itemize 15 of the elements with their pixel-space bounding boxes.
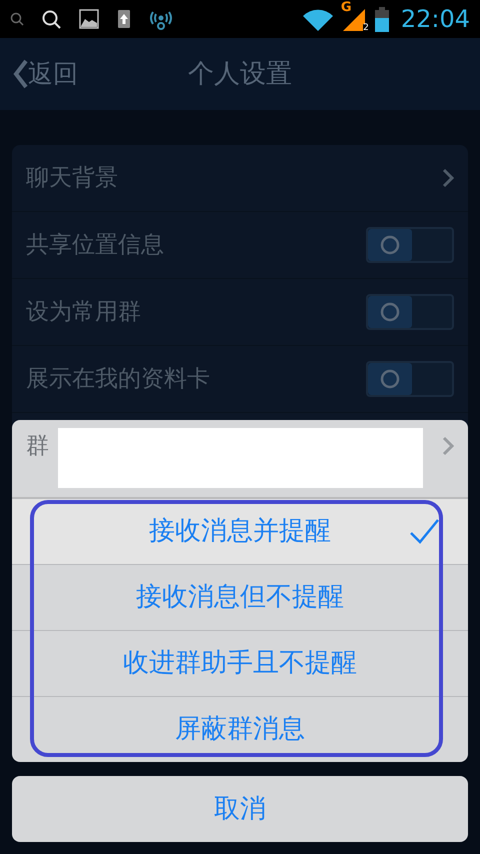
sim-slot-label: 2 <box>363 24 369 33</box>
network-type-label: G <box>340 1 352 14</box>
sheet-option[interactable]: 接收消息但不提醒 <box>12 564 468 630</box>
setting-label: 设为常用群 <box>26 298 141 327</box>
sheet-option[interactable]: 接收消息并提醒 <box>12 498 468 564</box>
sheet-option[interactable]: 屏蔽群消息 <box>12 696 468 762</box>
page-title: 个人设置 <box>188 58 292 88</box>
sheet-option[interactable]: 收进群助手且不提醒 <box>12 630 468 696</box>
setting-label: 聊天背景 <box>26 164 118 193</box>
setting-label: 群 <box>26 432 49 461</box>
setting-label: 展示在我的资料卡 <box>26 364 210 394</box>
status-time: 22:04 <box>400 4 470 35</box>
back-button[interactable]: 返回 <box>12 55 78 93</box>
setting-label: 共享位置信息 <box>26 230 164 260</box>
cancel-button[interactable]: 取消 <box>12 776 468 842</box>
